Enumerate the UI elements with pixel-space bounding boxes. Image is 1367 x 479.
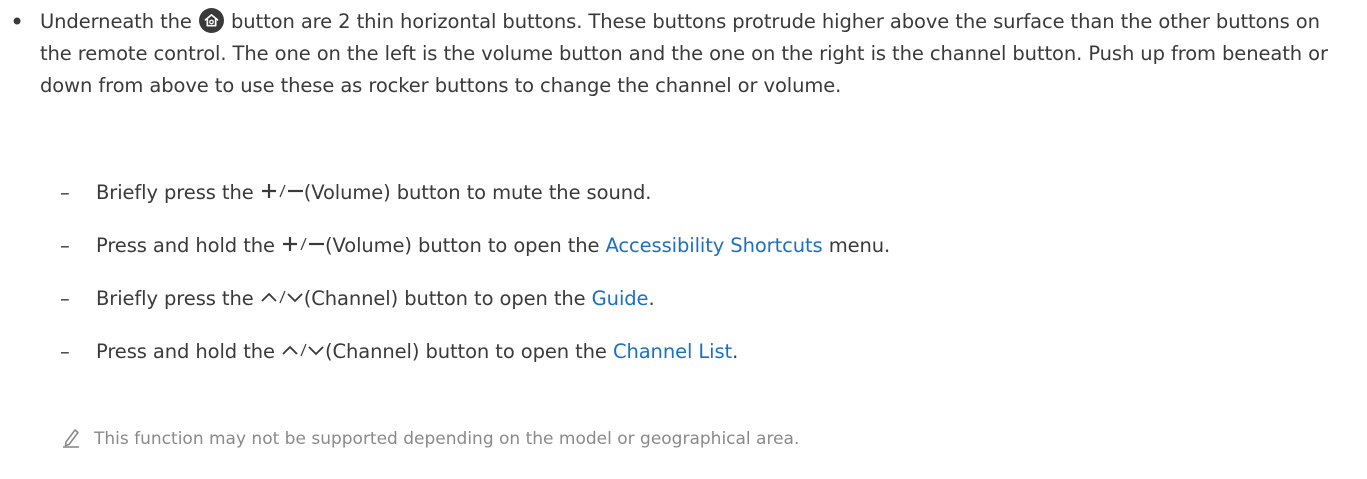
sub-item-before: Press and hold the (96, 340, 275, 363)
sub-item: – Press and hold the (Volume) button to o… (60, 232, 890, 260)
sub-item: – Press and hold the (Channel) button to … (60, 338, 738, 366)
guide-link[interactable]: Guide (592, 287, 649, 310)
main-text-before-icon: Underneath the (40, 10, 192, 33)
sub-item-before: Press and hold the (96, 234, 275, 257)
home-icon (198, 8, 224, 33)
channel-up-down-icon (261, 290, 303, 304)
channel-list-link[interactable]: Channel List (613, 340, 732, 363)
dash-marker: – (60, 287, 70, 310)
sub-item-tail: . (648, 287, 655, 310)
note: This function may not be supported depen… (60, 426, 799, 451)
sub-item-tail: . (732, 340, 739, 363)
dash-marker: – (60, 181, 70, 204)
dash-marker: – (60, 340, 70, 363)
dash-marker: – (60, 234, 70, 257)
sub-item-after: (Volume) button to mute the sound. (303, 181, 652, 204)
pencil-note-icon (63, 429, 79, 448)
main-text-after-icon: button are 2 thin horizontal buttons. Th… (40, 10, 1328, 97)
volume-plus-minus-icon (261, 184, 303, 198)
sub-item-after: (Channel) button to open the (325, 340, 613, 363)
channel-up-down-icon (282, 343, 324, 357)
sub-item-after: (Channel) button to open the (303, 287, 592, 310)
main-bullet-paragraph: Underneath the button are 2 thin horizon… (40, 6, 1350, 102)
volume-plus-minus-icon (283, 237, 324, 251)
accessibility-shortcuts-link[interactable]: Accessibility Shortcuts (606, 234, 823, 257)
sub-item-after: (Volume) button to open the (325, 234, 606, 257)
sub-item-before: Briefly press the (96, 287, 254, 310)
manual-page: • Underneath the button are 2 thin horiz… (0, 0, 1367, 479)
sub-item-before: Briefly press the (96, 181, 254, 204)
sub-item-tail: menu. (822, 234, 891, 257)
note-text: This function may not be supported depen… (94, 429, 800, 449)
bullet-dot: • (10, 8, 25, 36)
sub-item: – Briefly press the (Volume) button to mu… (60, 179, 651, 207)
sub-item: – Briefly press the (Channel) button to o… (60, 285, 655, 313)
